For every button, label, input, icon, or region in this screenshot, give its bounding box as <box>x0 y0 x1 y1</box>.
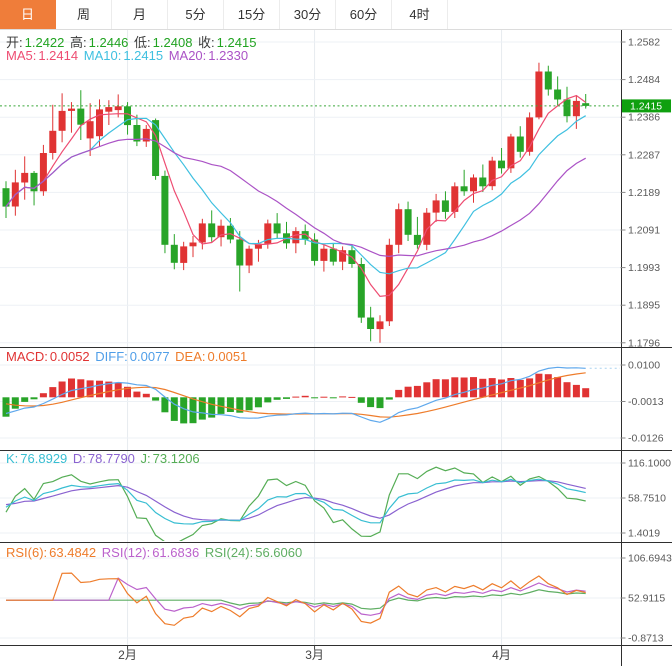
period-tabbar: 日周月5分15分30分60分4时 <box>0 0 672 30</box>
kdj-readout: K:76.8929 D:78.7790 J:73.1206 <box>6 451 202 466</box>
k-label: K: <box>6 451 18 466</box>
svg-text:-0.8713: -0.8713 <box>628 633 664 645</box>
svg-text:1.2091: 1.2091 <box>628 225 660 237</box>
diff-value: 0.0077 <box>130 349 170 364</box>
svg-text:1.2415: 1.2415 <box>630 100 662 112</box>
macd-axis-labels: 0.0100 -0.0013 -0.0126 <box>621 360 664 445</box>
tab-30分[interactable]: 30分 <box>280 0 336 29</box>
svg-text:1.1993: 1.1993 <box>628 262 660 274</box>
svg-text:1.1895: 1.1895 <box>628 300 660 312</box>
dea-value: 0.0051 <box>208 349 248 364</box>
kdj-axis-labels: 116.1000 58.7510 1.4019 <box>621 458 672 540</box>
svg-text:52.9115: 52.9115 <box>628 593 665 605</box>
j-value: 73.1206 <box>153 451 200 466</box>
tab-15分[interactable]: 15分 <box>224 0 280 29</box>
svg-text:2月: 2月 <box>118 648 137 662</box>
price-axis-labels: 1.2582 1.2484 1.2386 1.2287 1.2189 1.2091 1.19… <box>621 37 661 350</box>
macd-label: MACD: <box>6 349 48 364</box>
time-axis-labels: 2月 3月 4月 <box>118 646 511 663</box>
ma10-label: MA10: <box>84 48 122 63</box>
ma20-label: MA20: <box>169 48 207 63</box>
svg-text:106.6943: 106.6943 <box>628 553 672 565</box>
trading-chart-app: 日周月5分15分30分60分4时 1.2582 1.2484 1.2386 1.228… <box>0 0 672 666</box>
svg-text:1.2484: 1.2484 <box>628 74 660 86</box>
chart-canvas[interactable]: 1.2582 1.2484 1.2386 1.2287 1.2189 1.2091 1.19… <box>0 0 672 666</box>
svg-text:-0.0126: -0.0126 <box>628 433 664 445</box>
tab-60分[interactable]: 60分 <box>336 0 392 29</box>
rsi12-value: 61.6836 <box>152 545 199 560</box>
ma5-value: 1.2414 <box>38 48 78 63</box>
ma5-label: MA5: <box>6 48 36 63</box>
svg-text:1.2582: 1.2582 <box>628 37 660 49</box>
rsi6-value: 63.4842 <box>49 545 96 560</box>
d-label: D: <box>73 451 86 466</box>
current-price-tag: 1.2415 <box>622 99 671 112</box>
rsi-readout: RSI(6):63.4842 RSI(12):61.6836 RSI(24):5… <box>6 545 304 560</box>
macd-panel <box>3 367 621 423</box>
svg-text:4月: 4月 <box>492 648 511 662</box>
rsi-axis-labels: 106.6943 52.9115 -0.8713 <box>621 553 672 645</box>
rsi24-label: RSI(24): <box>205 545 253 560</box>
macd-value: 0.0052 <box>50 349 90 364</box>
ma10-value: 1.2415 <box>123 48 163 63</box>
svg-text:-0.0013: -0.0013 <box>628 396 664 408</box>
j-label: J: <box>141 451 151 466</box>
d-value: 78.7790 <box>88 451 135 466</box>
macd-readout: MACD:0.0052 DIFF:0.0077 DEA:0.0051 <box>6 349 249 364</box>
ma20-value: 1.2330 <box>208 48 248 63</box>
tab-日[interactable]: 日 <box>0 0 56 29</box>
svg-text:1.1796: 1.1796 <box>628 337 660 349</box>
rsi-panel <box>6 573 586 625</box>
tab-月[interactable]: 月 <box>112 0 168 29</box>
dea-label: DEA: <box>175 349 205 364</box>
rsi12-label: RSI(12): <box>102 545 150 560</box>
ma-readout: MA5:1.2414 MA10:1.2415 MA20:1.2330 <box>6 48 250 63</box>
tab-4时[interactable]: 4时 <box>392 0 448 29</box>
svg-text:116.1000: 116.1000 <box>628 458 671 470</box>
svg-text:1.2189: 1.2189 <box>628 187 660 199</box>
svg-text:3月: 3月 <box>305 648 324 662</box>
k-value: 76.8929 <box>20 451 67 466</box>
svg-text:0.0100: 0.0100 <box>628 360 660 372</box>
svg-text:1.2386: 1.2386 <box>628 112 660 124</box>
tab-5分[interactable]: 5分 <box>168 0 224 29</box>
svg-text:1.2287: 1.2287 <box>628 149 660 161</box>
svg-text:58.7510: 58.7510 <box>628 493 666 505</box>
diff-label: DIFF: <box>95 349 128 364</box>
tab-周[interactable]: 周 <box>56 0 112 29</box>
rsi6-label: RSI(6): <box>6 545 47 560</box>
svg-text:1.4019: 1.4019 <box>628 528 660 540</box>
rsi24-value: 56.6060 <box>255 545 302 560</box>
